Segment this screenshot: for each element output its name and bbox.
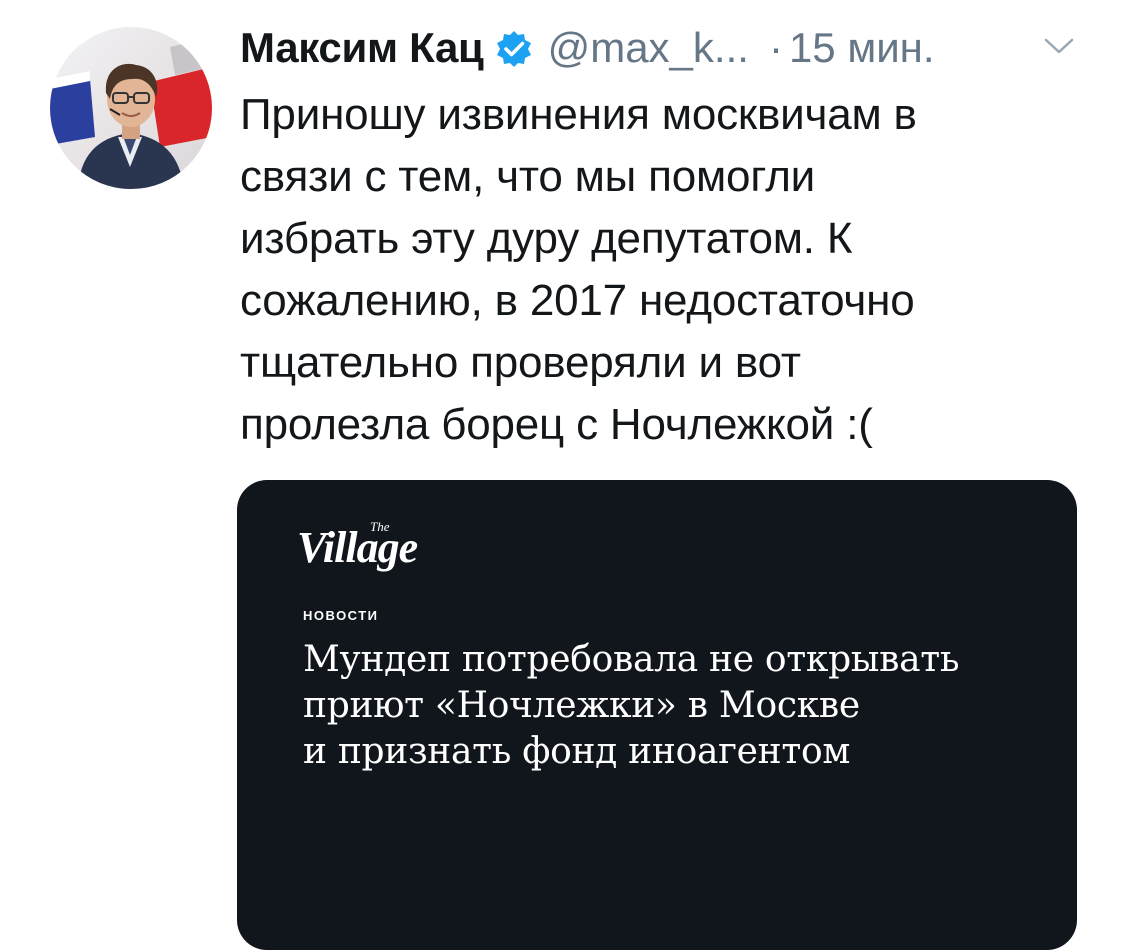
tweet-text-line: избрать эту дуру депутатом. К <box>240 214 853 263</box>
tweet-text-line: тщательно проверяли и вот <box>240 338 801 387</box>
separator-dot: · <box>768 24 783 71</box>
tweet-text-line: Приношу извинения москвичам в <box>240 90 917 139</box>
chevron-down-icon[interactable] <box>1042 34 1076 58</box>
display-name[interactable]: Максим Кац <box>240 22 484 74</box>
author-handle[interactable]: @max_k... <box>548 22 749 74</box>
card-headline: Мундеп потребовала не открывать приют «Н… <box>303 637 1063 775</box>
tweet-text-line: сожалению, в 2017 недостаточно <box>240 276 915 325</box>
tweet-text: Приношу извинения москвичам в связи с те… <box>240 84 1070 456</box>
logo-the: The <box>370 519 390 534</box>
logo-wordmark: Village <box>297 523 418 572</box>
tweet-text-line: связи с тем, что мы помогли <box>240 152 816 201</box>
verified-badge-icon <box>494 29 534 69</box>
card-headline-line: и признать фонд иноагентом <box>303 731 851 772</box>
tweet-header: Максим Кац @max_k... · 15 мин. <box>240 22 935 74</box>
card-headline-line: приют «Ночлежки» в Москве <box>303 685 860 726</box>
tweet-timestamp[interactable]: 15 мин. <box>789 22 935 74</box>
card-headline-line: Мундеп потребовала не открывать <box>303 639 960 680</box>
avatar[interactable] <box>50 27 212 189</box>
tweet[interactable]: Максим Кац @max_k... · 15 мин. Приношу и… <box>0 0 1125 950</box>
profile-photo-image <box>50 27 212 189</box>
tweet-text-line: пролезла борец с Ночлежкой :( <box>240 400 873 449</box>
link-preview-card[interactable]: Village The НОВОСТИ Мундеп потребовала н… <box>237 480 1077 950</box>
card-category: НОВОСТИ <box>303 608 379 623</box>
